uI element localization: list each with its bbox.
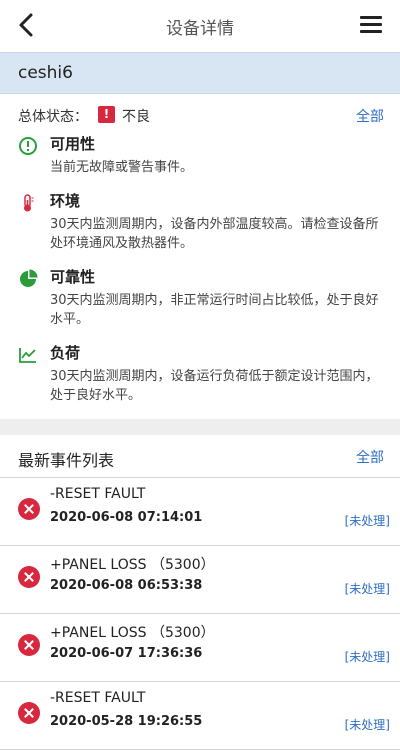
section-text: 30天内监测周期内，设备运行负荷低于额定设计范围内，处于良好水平。 — [50, 369, 379, 403]
event-time: 2020-06-08 06:53:38 — [50, 578, 203, 593]
event-name: -RESET FAULT — [50, 486, 146, 502]
top-bar: 设备详情 — [0, 0, 400, 52]
menu-icon[interactable] — [360, 16, 382, 34]
event-row[interactable]: -RESET FAULT 2020-06-08 07:14:01 [未处理] — [0, 477, 400, 546]
event-status[interactable]: [未处理] — [345, 580, 390, 597]
event-time: 2020-05-28 19:26:55 — [50, 714, 203, 729]
event-row[interactable]: +PANEL LOSS （5300） 2020-06-07 17:36:36 [… — [0, 614, 400, 682]
page-title: 设备详情 — [166, 19, 234, 39]
event-name: +PANEL LOSS （5300） — [50, 625, 215, 641]
section-divider — [0, 419, 400, 435]
event-status[interactable]: [未处理] — [345, 648, 390, 665]
section-title: 环境 — [50, 192, 81, 210]
event-time: 2020-06-08 07:14:01 — [50, 510, 203, 525]
pie-chart-icon — [20, 269, 38, 287]
device-name-bar: ceshi6 — [0, 52, 400, 94]
error-icon — [18, 566, 40, 588]
status-all-link[interactable]: 全部 — [356, 106, 384, 126]
events-title: 最新事件列表 — [18, 451, 115, 470]
event-status[interactable]: [未处理] — [345, 512, 390, 529]
events-all-link[interactable]: 全部 — [356, 447, 384, 467]
section-title: 可用性 — [50, 135, 96, 153]
event-name: +PANEL LOSS （5300） — [50, 557, 215, 573]
error-icon — [18, 702, 40, 724]
section-title: 可靠性 — [50, 268, 96, 286]
section-availability: 可用性 当前无故障或警告事件。 — [0, 134, 400, 177]
warning-icon: ! — [98, 106, 115, 123]
section-text: 30天内监测周期内，设备内外部温度较高。请检查设备所处环境通风及散热器件。 — [50, 217, 379, 251]
line-chart-icon — [19, 348, 36, 363]
thermometer-icon — [24, 194, 34, 212]
error-icon — [18, 634, 40, 656]
overall-status: 总体状态： ! 不良 全部 — [0, 94, 400, 126]
section-environment: 环境 30天内监测周期内，设备内外部温度较高。请检查设备所处环境通风及散热器件。 — [0, 191, 400, 253]
event-status[interactable]: [未处理] — [345, 716, 390, 733]
event-time: 2020-06-07 17:36:36 — [50, 646, 203, 661]
error-icon — [18, 498, 40, 520]
section-load: 负荷 30天内监测周期内，设备运行负荷低于额定设计范围内，处于良好水平。 — [0, 343, 400, 405]
event-name: -RESET FAULT — [50, 690, 146, 706]
events-header: 最新事件列表 全部 — [0, 435, 400, 477]
event-row[interactable]: -RESET FAULT 2020-05-28 19:26:55 [未处理] — [0, 682, 400, 750]
device-name: ceshi6 — [18, 63, 73, 83]
section-text: 30天内监测周期内，非正常运行时间占比较低，处于良好水平。 — [50, 293, 379, 327]
section-reliability: 可靠性 30天内监测周期内，非正常运行时间占比较低，处于良好水平。 — [0, 267, 400, 329]
section-title: 负荷 — [50, 344, 81, 362]
alert-circle-icon — [19, 137, 37, 155]
status-value: 不良 — [122, 109, 150, 125]
section-text: 当前无故障或警告事件。 — [50, 160, 194, 175]
status-label: 总体状态： — [18, 109, 88, 125]
event-row[interactable]: +PANEL LOSS （5300） 2020-06-08 06:53:38 [… — [0, 546, 400, 614]
